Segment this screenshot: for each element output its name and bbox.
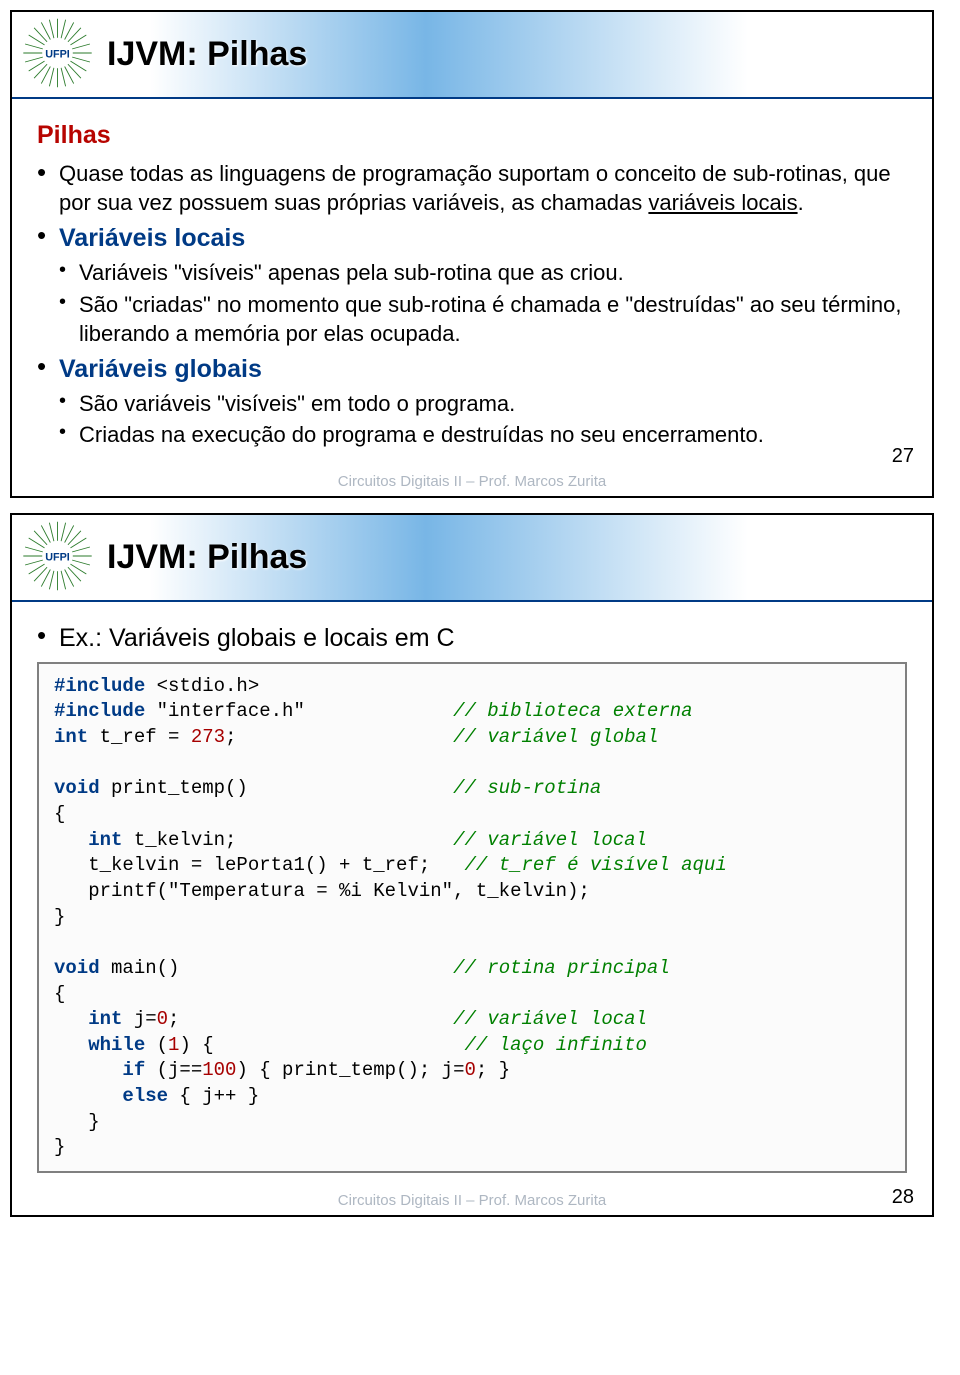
svg-text:UFPI: UFPI <box>45 552 70 564</box>
slide-title: IJVM: Pilhas <box>107 538 307 577</box>
slide-header: UFPI IJVM: Pilhas <box>12 12 932 99</box>
sub-bullet: Variáveis "visíveis" apenas pela sub-rot… <box>59 258 907 288</box>
intro-bullet: Ex.: Variáveis globais e locais em C <box>37 622 907 656</box>
heading-variaveis-locais: Variáveis locais <box>59 224 245 252</box>
slide-body: Pilhas Quase todas as linguagens de prog… <box>12 99 932 469</box>
sub-bullet: São "criadas" no momento que sub-rotina … <box>59 290 907 349</box>
bullet-variaveis-globais: Variáveis globais São variáveis "visívei… <box>37 353 907 450</box>
bullet-underline: variáveis locais <box>648 190 797 215</box>
slide-footer: Circuitos Digitais II – Prof. Marcos Zur… <box>12 1188 932 1215</box>
sub-bullet: São variáveis "visíveis" em todo o progr… <box>59 389 907 419</box>
slide-28: UFPI IJVM: Pilhas Ex.: Variáveis globais… <box>10 513 934 1217</box>
intro-text: Ex.: Variáveis globais e locais em C <box>59 624 455 652</box>
sub-bullet: Criadas na execução do programa e destru… <box>59 420 907 450</box>
ufpi-logo-icon: UFPI <box>20 520 95 592</box>
slide-footer: Circuitos Digitais II – Prof. Marcos Zur… <box>12 469 932 496</box>
page-number: 28 <box>892 1186 914 1209</box>
slide-body: Ex.: Variáveis globais e locais em C #in… <box>12 602 932 1188</box>
footer-text: Circuitos Digitais II – Prof. Marcos Zur… <box>338 473 606 490</box>
page-number: 27 <box>892 445 914 468</box>
section-heading-pilhas: Pilhas <box>37 119 907 153</box>
bullet-end: . <box>798 190 804 215</box>
slide-title: IJVM: Pilhas <box>107 35 307 74</box>
heading-variaveis-globais: Variáveis globais <box>59 355 262 383</box>
slide-27: UFPI IJVM: Pilhas Pilhas Quase todas as … <box>10 10 934 498</box>
bullet-variaveis-locais: Variáveis locais Variáveis "visíveis" ap… <box>37 222 907 349</box>
bullet-intro: Quase todas as linguagens de programação… <box>37 159 907 218</box>
slide-header: UFPI IJVM: Pilhas <box>12 515 932 602</box>
svg-text:UFPI: UFPI <box>45 49 70 61</box>
code-block: #include <stdio.h> #include "interface.h… <box>37 662 907 1173</box>
ufpi-logo-icon: UFPI <box>20 17 95 89</box>
footer-text: Circuitos Digitais II – Prof. Marcos Zur… <box>338 1192 606 1209</box>
